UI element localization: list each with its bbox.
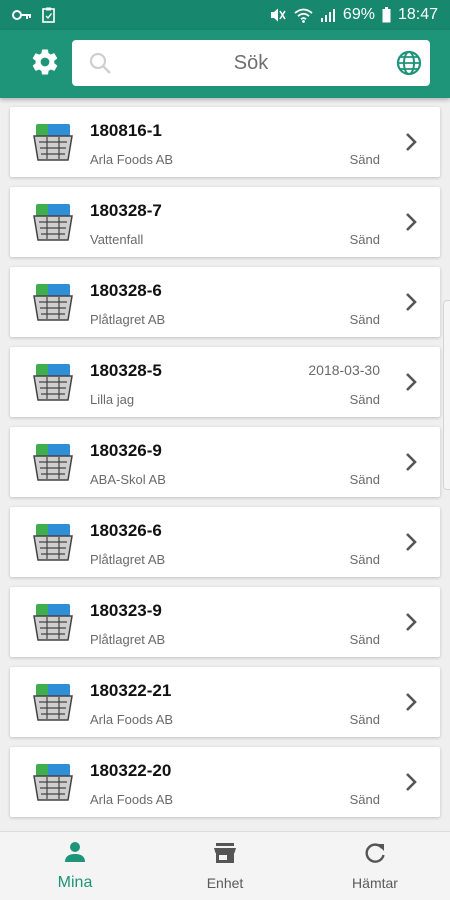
item-company: Arla Foods AB: [90, 712, 174, 727]
chevron-right-icon[interactable]: [404, 292, 418, 317]
item-status: Sänd: [349, 232, 380, 247]
tab-hamtar[interactable]: Hämtar: [300, 832, 450, 900]
tab-mina[interactable]: Mina: [0, 832, 150, 900]
tab-label: Enhet: [206, 874, 244, 891]
item-company: Lilla jag: [90, 392, 135, 407]
item-status: Sänd: [349, 712, 380, 727]
item-company: ABA-Skol AB: [90, 472, 166, 487]
bottom-navigation: Mina Enhet Hämtar: [0, 831, 450, 900]
chevron-right-icon[interactable]: [404, 452, 418, 477]
item-status: Sänd: [349, 552, 380, 567]
item-company: Vattenfall: [90, 232, 144, 247]
list-item[interactable]: 180322-21 Arla Foods AB Sänd: [10, 667, 440, 737]
item-id: 180328-7: [90, 201, 162, 220]
clock: 18:47: [397, 6, 438, 23]
order-list: 180816-1 Arla Foods AB Sänd 180328-7 Vattenf…: [0, 98, 450, 831]
item-status: Sänd: [349, 392, 380, 407]
item-status: Sänd: [349, 152, 380, 167]
basket-icon: [30, 762, 76, 802]
search-input[interactable]: Sök: [72, 40, 430, 86]
basket-icon: [30, 442, 76, 482]
chevron-right-icon[interactable]: [404, 132, 418, 157]
status-bar: 69% 18:47: [0, 0, 450, 30]
basket-icon: [30, 282, 76, 322]
battery-icon: [382, 7, 391, 23]
basket-icon: [30, 202, 76, 242]
item-company: Arla Foods AB: [90, 792, 174, 807]
chevron-right-icon[interactable]: [404, 372, 418, 397]
item-company: Plåtlagret AB: [90, 632, 166, 647]
refresh-icon: [364, 842, 386, 869]
chevron-right-icon[interactable]: [404, 772, 418, 797]
item-id: 180322-21: [90, 681, 172, 700]
basket-icon: [30, 522, 76, 562]
list-item[interactable]: 180326-9 ABA-Skol AB Sänd: [10, 427, 440, 497]
item-id: 180326-9: [90, 441, 162, 460]
item-company: Arla Foods AB: [90, 152, 174, 167]
list-item[interactable]: 180816-1 Arla Foods AB Sänd: [10, 107, 440, 177]
battery-percent: 69%: [342, 6, 375, 23]
list-item[interactable]: 180328-5 Lilla jag 2018-03-30 Sänd: [10, 347, 440, 417]
tab-enhet[interactable]: Enhet: [150, 832, 300, 900]
item-company: Plåtlagret AB: [90, 552, 166, 567]
item-status: Sänd: [349, 312, 380, 327]
item-id: 180328-5: [90, 361, 162, 380]
wifi-icon: [294, 8, 313, 23]
list-item[interactable]: 180322-20 Arla Foods AB Sänd: [10, 747, 440, 817]
item-status: Sänd: [349, 472, 380, 487]
clipboard-icon: [42, 7, 55, 23]
top-app-bar: Sök: [0, 30, 450, 98]
basket-icon: [30, 682, 76, 722]
item-company: Plåtlagret AB: [90, 312, 166, 327]
chevron-right-icon[interactable]: [404, 692, 418, 717]
person-icon: [64, 841, 86, 868]
list-item[interactable]: 180323-9 Plåtlagret AB Sänd: [10, 587, 440, 657]
list-item[interactable]: 180326-6 Plåtlagret AB Sänd: [10, 507, 440, 577]
search-placeholder: Sök: [233, 51, 269, 74]
item-status: Sänd: [349, 792, 380, 807]
search-icon: [88, 51, 112, 80]
item-id: 180322-20: [90, 761, 172, 780]
basket-icon: [30, 362, 76, 402]
basket-icon: [30, 602, 76, 642]
list-item[interactable]: 180328-6 Plåtlagret AB Sänd: [10, 267, 440, 337]
list-item[interactable]: 180328-7 Vattenfall Sänd: [10, 187, 440, 257]
store-icon: [213, 842, 237, 869]
gear-icon: [32, 48, 58, 75]
basket-icon: [30, 122, 76, 162]
scroll-handle[interactable]: [443, 300, 450, 490]
signal-icon: [320, 8, 336, 22]
tab-label: Mina: [57, 873, 93, 891]
key-icon: [12, 9, 32, 21]
chevron-right-icon[interactable]: [404, 612, 418, 637]
tab-label: Hämtar: [352, 874, 398, 891]
item-date: 2018-03-30: [308, 362, 380, 378]
item-status: Sänd: [349, 632, 380, 647]
chevron-right-icon[interactable]: [404, 212, 418, 237]
chevron-right-icon[interactable]: [404, 532, 418, 557]
globe-icon[interactable]: [396, 50, 422, 81]
item-id: 180323-9: [90, 601, 162, 620]
mute-icon: [270, 7, 287, 23]
item-id: 180328-6: [90, 281, 162, 300]
item-id: 180326-6: [90, 521, 162, 540]
item-id: 180816-1: [90, 121, 162, 140]
settings-button[interactable]: [30, 47, 60, 82]
